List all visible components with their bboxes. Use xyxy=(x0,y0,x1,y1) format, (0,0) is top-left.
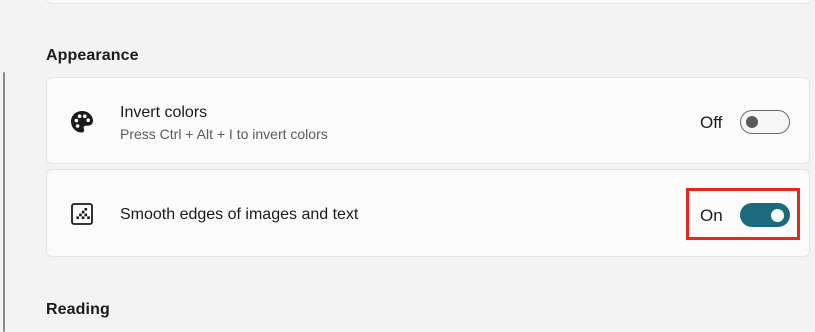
setting-card-smooth-edges: Smooth edges of images and text On xyxy=(46,169,810,257)
invert-colors-state-label: Off xyxy=(700,113,723,132)
invert-colors-toggle[interactable] xyxy=(740,110,790,134)
previous-setting-card xyxy=(46,0,812,4)
toggle-knob xyxy=(771,209,784,222)
invert-colors-title: Invert colors xyxy=(120,104,208,121)
section-title-appearance: Appearance xyxy=(46,47,139,64)
scrollbar[interactable] xyxy=(3,72,5,332)
toggle-knob xyxy=(746,116,758,128)
smooth-edges-state-label: On xyxy=(700,206,723,225)
section-title-reading: Reading xyxy=(46,301,110,318)
invert-colors-description: Press Ctrl + Alt + I to invert colors xyxy=(120,126,328,142)
palette-icon xyxy=(69,109,95,135)
setting-card-invert-colors: Invert colors Press Ctrl + Alt + I to in… xyxy=(46,77,810,164)
smooth-edges-title: Smooth edges of images and text xyxy=(120,206,359,223)
smooth-edges-icon xyxy=(69,201,95,227)
smooth-edges-toggle[interactable] xyxy=(740,203,790,227)
